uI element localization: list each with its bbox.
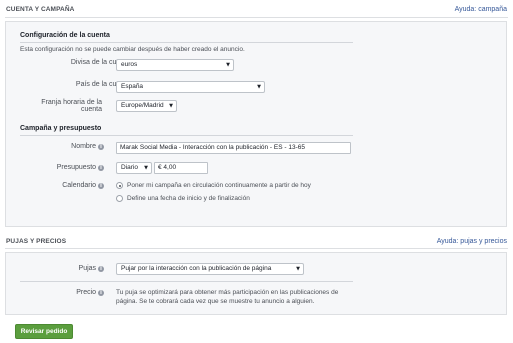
- bidding-panel: Pujas i Pujar por la interacción con la …: [5, 252, 507, 315]
- info-icon[interactable]: i: [98, 290, 104, 296]
- campaign-budget-title: Campaña y presupuesto: [20, 125, 102, 132]
- info-icon[interactable]: i: [98, 144, 104, 150]
- caret-down-icon: ▼: [296, 266, 300, 272]
- caret-down-icon: ▼: [169, 103, 173, 109]
- schedule-radio-dates[interactable]: [116, 195, 123, 202]
- schedule-option-dates[interactable]: Define una fecha de inicio y de finaliza…: [127, 195, 250, 202]
- bid-label: Pujas i: [20, 265, 104, 272]
- bidding-divider: [20, 281, 353, 282]
- budget-period-value: Diario: [121, 164, 138, 171]
- currency-label: Divisa de la cuenta: [70, 59, 130, 66]
- section-title-bidding: PUJAS Y PRECIOS: [6, 238, 67, 245]
- country-label: País de la cuenta: [75, 81, 130, 88]
- help-link-campaign[interactable]: Ayuda: campaña: [455, 6, 507, 13]
- price-label: Precio i: [20, 289, 104, 296]
- config-note: Esta configuración no se puede cambiar d…: [20, 46, 245, 53]
- section-divider: [5, 248, 508, 249]
- timezone-label: Franja horaria de la cuenta: [41, 99, 102, 113]
- schedule-radio-continuous[interactable]: [116, 182, 123, 189]
- section-divider: [5, 17, 508, 18]
- country-value: España: [121, 83, 144, 90]
- currency-select[interactable]: euros ▼: [116, 59, 234, 71]
- timezone-select[interactable]: Europe/Madrid ▼: [116, 100, 177, 112]
- budget-period-select[interactable]: Diario ▼: [116, 162, 152, 174]
- caret-down-icon: ▼: [257, 84, 261, 90]
- info-icon[interactable]: i: [98, 165, 104, 171]
- budget-label: Presupuesto i: [20, 164, 104, 171]
- info-icon[interactable]: i: [98, 266, 104, 272]
- section-title-account: CUENTA Y CAMPAÑA: [6, 6, 75, 13]
- info-icon[interactable]: i: [98, 183, 104, 189]
- schedule-option-continuous[interactable]: Poner mi campaña en circulación continua…: [127, 182, 311, 189]
- price-description: Tu puja se optimizará para obtener más p…: [116, 289, 339, 305]
- timezone-value: Europe/Madrid: [121, 102, 164, 109]
- account-config-title: Configuración de la cuenta: [20, 32, 110, 39]
- caret-down-icon: ▼: [226, 62, 230, 68]
- bid-type-select[interactable]: Pujar por la interacción con la publicac…: [116, 263, 304, 275]
- caret-down-icon: ▼: [144, 165, 148, 171]
- review-order-button[interactable]: Revisar pedido: [15, 324, 73, 339]
- bid-type-value: Pujar por la interacción con la publicac…: [121, 265, 272, 272]
- campaign-divider: [20, 135, 353, 136]
- config-divider: [20, 42, 353, 43]
- schedule-label: Calendario i: [20, 182, 104, 189]
- campaign-name-input[interactable]: Marak Social Media - Interacción con la …: [116, 142, 351, 154]
- budget-amount-input[interactable]: € 4,00: [154, 162, 208, 174]
- help-link-bidding[interactable]: Ayuda: pujas y precios: [437, 238, 507, 245]
- name-label: Nombre i: [20, 143, 104, 150]
- currency-value: euros: [121, 61, 138, 68]
- account-panel: Configuración de la cuenta Esta configur…: [5, 21, 507, 227]
- country-select[interactable]: España ▼: [116, 81, 265, 93]
